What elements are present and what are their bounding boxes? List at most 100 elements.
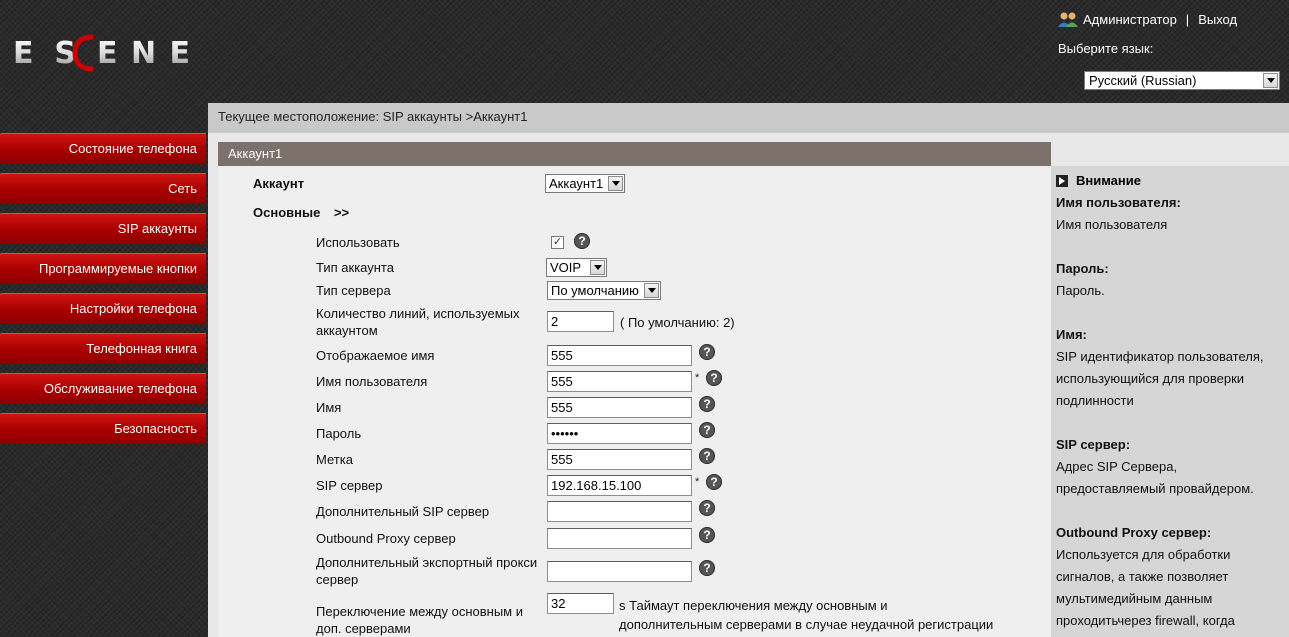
- alt-proxy-input[interactable]: [547, 561, 692, 582]
- switch-label-line1: Переключение между основным и: [316, 604, 523, 619]
- username-input[interactable]: 555: [547, 371, 692, 392]
- alt-sip-server-input[interactable]: [547, 501, 692, 522]
- language-select[interactable]: Русский (Russian): [1084, 71, 1280, 90]
- breadcrumb: Текущее местоположение: SIP аккаунты >Ак…: [208, 103, 1289, 133]
- proxy-label: Outbound Proxy сервер: [316, 531, 456, 546]
- switch-hint: s Таймаут переключения между основным и …: [619, 596, 993, 634]
- help-icon[interactable]: ?: [574, 233, 590, 249]
- name-label: Имя: [316, 400, 342, 415]
- basic-label: Основные: [253, 205, 321, 220]
- sidebar-item-sip-accounts[interactable]: SIP аккаунты: [0, 213, 206, 244]
- help-item-text: Пароль.: [1056, 283, 1105, 298]
- help-icon[interactable]: ?: [699, 500, 715, 516]
- lines-label: Количество линий, используемых аккаунтом: [316, 305, 519, 339]
- help-item-text: SIP идентификатор пользователя, использу…: [1056, 349, 1264, 408]
- help-item: Пароль: Пароль.: [1056, 258, 1281, 302]
- password-input[interactable]: ••••••: [547, 423, 692, 444]
- sidebar-item-programmable-keys[interactable]: Программируемые кнопки: [0, 253, 206, 284]
- switch-label: Переключение между основным и доп. серве…: [316, 603, 523, 637]
- name-input[interactable]: 555: [547, 397, 692, 418]
- help-icon[interactable]: ?: [699, 448, 715, 464]
- section-title: Аккаунт1: [218, 142, 1051, 166]
- svg-text:ENE: ENE: [97, 36, 189, 71]
- account-type-label: Тип аккаунта: [316, 260, 394, 275]
- lines-label-line1: Количество линий, используемых: [316, 306, 520, 321]
- help-item: Outbound Proxy сервер: Используется для …: [1056, 522, 1281, 632]
- language-value: Русский (Russian): [1089, 73, 1197, 88]
- alt-proxy-label-line2: сервер: [316, 572, 359, 587]
- language-label: Выберите язык:: [1058, 41, 1154, 56]
- account-select-value: Аккаунт1: [549, 176, 604, 191]
- help-icon[interactable]: ?: [699, 560, 715, 576]
- lines-hint: ( По умолчанию: 2): [620, 315, 735, 330]
- server-type-label: Тип сервера: [316, 283, 391, 298]
- help-icon[interactable]: ?: [706, 370, 722, 386]
- sidebar-item-network[interactable]: Сеть: [0, 173, 206, 204]
- help-icon[interactable]: ?: [699, 396, 715, 412]
- account-label: Аккаунт: [253, 176, 305, 191]
- help-item-text: Имя пользователя: [1056, 217, 1168, 232]
- help-item: SIP сервер: Адрес SIP Сервера, предостав…: [1056, 434, 1281, 500]
- alt-proxy-label-line1: Дополнительный экспортный прокси: [316, 555, 538, 570]
- sidebar-item-phone-settings[interactable]: Настройки телефона: [0, 293, 206, 324]
- sidebar: Состояние телефона Сеть SIP аккаунты Про…: [0, 133, 208, 453]
- help-item-heading: Имя:: [1056, 327, 1087, 342]
- help-item-text: Используется для обработки сигналов, а т…: [1056, 547, 1235, 628]
- enable-checkbox[interactable]: ✓: [551, 236, 564, 249]
- account-type-select[interactable]: VOIP: [546, 258, 607, 277]
- user-box: Администратор | Выход: [1058, 10, 1237, 28]
- logout-link[interactable]: Выход: [1198, 12, 1237, 27]
- basic-section-label[interactable]: Основные >>: [253, 204, 349, 221]
- server-type-select[interactable]: По умолчанию: [547, 281, 661, 300]
- required-mark: *: [695, 372, 700, 384]
- proxy-input[interactable]: [547, 528, 692, 549]
- users-icon: [1058, 11, 1078, 27]
- account-select[interactable]: Аккаунт1: [545, 174, 625, 193]
- sidebar-item-maintenance[interactable]: Обслуживание телефона: [0, 373, 206, 404]
- help-panel: Внимание Имя пользователя: Имя пользоват…: [1051, 166, 1289, 637]
- help-item-heading: Имя пользователя:: [1056, 195, 1181, 210]
- switch-timeout-input[interactable]: 32: [547, 593, 614, 614]
- arrow-right-icon: [1056, 174, 1068, 187]
- alt-sip-server-label: Дополнительный SIP сервер: [316, 504, 490, 519]
- svg-text:ES: ES: [13, 36, 75, 71]
- server-type-value: По умолчанию: [551, 283, 639, 298]
- lines-label-line2: аккаунтом: [316, 323, 378, 338]
- help-item: Имя пользователя: Имя пользователя: [1056, 192, 1281, 236]
- help-icon[interactable]: ?: [699, 527, 715, 543]
- help-item-heading: Пароль:: [1056, 261, 1109, 276]
- help-icon[interactable]: ?: [706, 474, 722, 490]
- account-form: Аккаунт Аккаунт1 Основные >> Использоват…: [218, 166, 1051, 637]
- required-mark: *: [695, 476, 700, 488]
- chevron-down-icon[interactable]: [1263, 73, 1278, 88]
- sidebar-item-phone-status[interactable]: Состояние телефона: [0, 133, 206, 164]
- help-icon[interactable]: ?: [699, 344, 715, 360]
- help-title: Внимание: [1076, 173, 1141, 188]
- lines-input[interactable]: 2: [547, 311, 614, 332]
- escene-logo: ES ENE: [13, 34, 190, 72]
- chevron-down-icon[interactable]: [608, 176, 623, 191]
- expand-arrow: >>: [333, 205, 350, 220]
- switch-hint-line2: дополнительным серверами в случае неудач…: [619, 617, 994, 632]
- sip-server-input[interactable]: 192.168.15.100: [547, 475, 692, 496]
- help-title-row: Внимание: [1056, 173, 1141, 188]
- account-type-value: VOIP: [550, 260, 582, 275]
- sidebar-item-security[interactable]: Безопасность: [0, 413, 206, 444]
- switch-label-line2: доп. серверами: [316, 621, 411, 636]
- help-icon[interactable]: ?: [699, 422, 715, 438]
- switch-hint-line1: s Таймаут переключения между основным и: [619, 598, 888, 613]
- chevron-down-icon[interactable]: [590, 260, 605, 275]
- tag-label: Метка: [316, 452, 353, 467]
- display-name-input[interactable]: 555: [547, 345, 692, 366]
- username-label: Имя пользователя: [316, 374, 428, 389]
- tag-input[interactable]: 555: [547, 449, 692, 470]
- help-item-text: Адрес SIP Сервера, предоставляемый прова…: [1056, 459, 1254, 496]
- enable-label: Использовать: [316, 235, 400, 250]
- help-item-heading: Outbound Proxy сервер:: [1056, 525, 1212, 540]
- password-label: Пароль: [316, 426, 362, 441]
- help-item-heading: SIP сервер:: [1056, 437, 1131, 452]
- admin-link[interactable]: Администратор: [1083, 12, 1177, 27]
- display-name-label: Отображаемое имя: [316, 348, 435, 363]
- chevron-down-icon[interactable]: [644, 283, 659, 298]
- sidebar-item-phonebook[interactable]: Телефонная книга: [0, 333, 206, 364]
